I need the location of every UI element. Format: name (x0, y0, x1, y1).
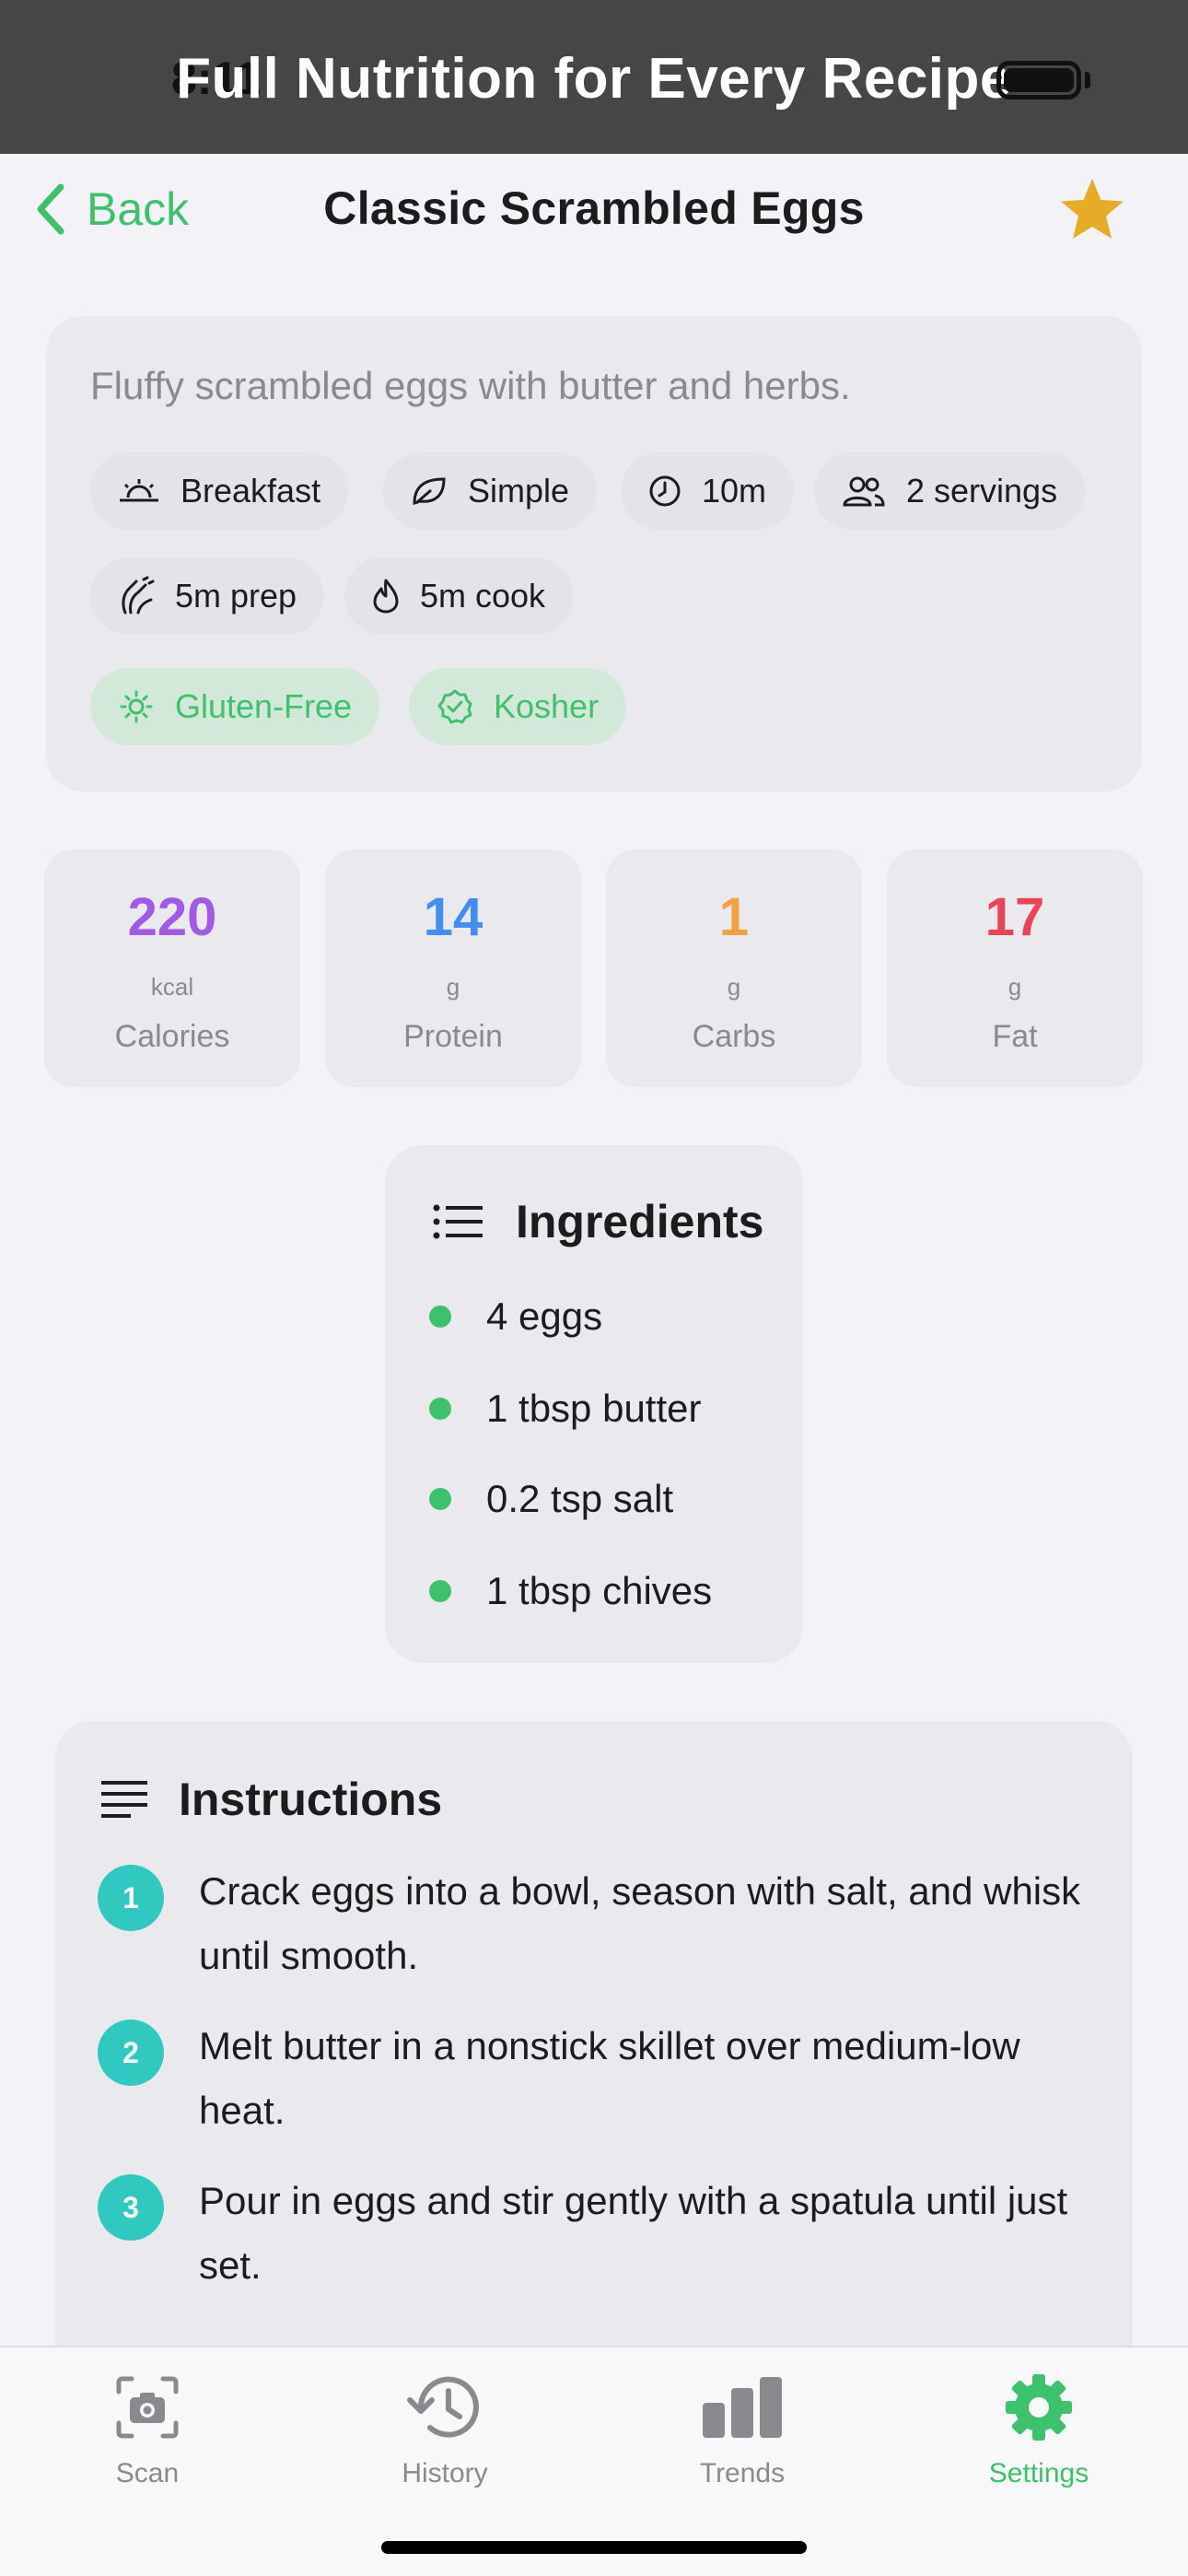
tab-trends[interactable]: Trends (632, 2366, 853, 2489)
bullet-dot (429, 1488, 451, 1510)
tab-scan[interactable]: Scan (37, 2366, 258, 2489)
ingredient-text: 4 eggs (486, 1294, 603, 1338)
cook-time-label: 5m cook (420, 577, 546, 615)
step-number-badge: 3 (98, 2174, 164, 2241)
ingredient-text: 1 tbsp butter (486, 1387, 702, 1430)
ingredients-header: Ingredients (433, 1195, 763, 1248)
ingredient-item: 0.2 tsp salt (429, 1477, 673, 1521)
list-icon (433, 1204, 483, 1239)
bullet-dot (429, 1306, 451, 1328)
meal-type-chip: Breakfast (90, 452, 349, 530)
promo-banner: 8:11 Full Nutrition for Every Recipe (0, 0, 1188, 154)
step-text: Melt butter in a nonstick skillet over m… (199, 2024, 1020, 2132)
difficulty-chip: Simple (383, 452, 598, 530)
step-text: Crack eggs into a bowl, season with salt… (199, 1869, 1081, 1977)
text-lines-icon (101, 1781, 147, 1818)
total-time-label: 10m (702, 472, 767, 509)
tab-history[interactable]: History (334, 2366, 555, 2489)
step-number-badge: 1 (98, 1865, 164, 1931)
prep-time-label: 5m prep (175, 577, 297, 615)
meal-type-label: Breakfast (181, 472, 321, 509)
bar-chart-icon (703, 2377, 782, 2438)
carbs-unit: g (727, 973, 741, 1001)
favorite-star-icon[interactable] (1057, 176, 1127, 242)
navigation-bar: Back Classic Scrambled Eggs (0, 154, 1188, 264)
ingredients-title: Ingredients (516, 1196, 764, 1247)
difficulty-label: Simple (468, 472, 570, 509)
diet-tag-kosher: Kosher (409, 668, 627, 745)
leaf-icon (413, 477, 446, 506)
ingredient-item: 4 eggs (429, 1294, 602, 1339)
battery-nub (1085, 72, 1090, 88)
page-title: Classic Scrambled Eggs (323, 182, 865, 234)
check-seal-icon (437, 689, 472, 724)
prep-time-chip: 5m prep (90, 557, 325, 635)
carbs-stat-card: 1 g Carbs (606, 849, 862, 1087)
servings-label: 2 servings (906, 472, 1058, 509)
gear-icon (1006, 2374, 1072, 2441)
carbs-label: Carbs (692, 1019, 776, 1054)
calories-unit: kcal (150, 973, 194, 1001)
calories-label: Calories (114, 1019, 230, 1054)
tab-label: History (402, 2458, 488, 2488)
diet-tag-label: Kosher (494, 687, 600, 725)
diet-tag-gluten-free: Gluten-Free (90, 668, 380, 745)
fat-value: 17 (984, 887, 1045, 947)
ingredient-item: 1 tbsp butter (429, 1387, 701, 1431)
ingredients-card: Ingredients 4 eggs 1 tbsp butter 0.2 tsp… (385, 1145, 803, 1663)
clock-icon (649, 475, 681, 507)
servings-chip: 2 servings (814, 452, 1086, 530)
recipe-summary-card: Fluffy scrambled eggs with butter and he… (46, 316, 1142, 791)
instructions-header: Instructions (99, 1773, 442, 1826)
camera-icon (116, 2376, 179, 2439)
total-time-chip: 10m (621, 452, 795, 530)
instructions-card: Instructions 1 Crack eggs into a bowl, s… (55, 1721, 1133, 2421)
instruction-step: 3 Pour in eggs and stir gently with a sp… (98, 2169, 1092, 2298)
diet-tag-label: Gluten-Free (175, 687, 353, 725)
battery-icon (996, 61, 1081, 100)
protein-stat-card: 14 g Protein (325, 849, 581, 1087)
fat-stat-card: 17 g Fat (887, 849, 1143, 1087)
instruction-step: 1 Crack eggs into a bowl, season with sa… (98, 1859, 1092, 1988)
calories-stat-card: 220 kcal Calories (44, 849, 300, 1087)
step-text: Pour in eggs and stir gently with a spat… (199, 2179, 1068, 2287)
fat-label: Fat (992, 1019, 1038, 1054)
carbs-value: 1 (718, 887, 750, 947)
ingredient-item: 1 tbsp chives (429, 1569, 712, 1613)
tab-label: Trends (699, 2458, 786, 2488)
fat-unit: g (1007, 973, 1022, 1001)
flame-icon (373, 579, 399, 614)
protein-unit: g (446, 973, 460, 1001)
step-number-badge: 2 (98, 2020, 164, 2086)
wheat-off-icon (120, 690, 153, 723)
ingredient-text: 0.2 tsp salt (486, 1477, 674, 1520)
tab-label: Scan (115, 2458, 180, 2488)
protein-label: Protein (403, 1019, 503, 1054)
people-icon (843, 476, 885, 507)
cook-time-chip: 5m cook (344, 557, 574, 635)
home-indicator (381, 2541, 807, 2554)
ingredient-text: 1 tbsp chives (486, 1569, 713, 1612)
instructions-title: Instructions (179, 1774, 443, 1825)
instruction-step: 2 Melt butter in a nonstick skillet over… (98, 2014, 1092, 2143)
tab-label: Settings (988, 2458, 1089, 2488)
history-icon (407, 2376, 479, 2438)
hands-icon (122, 576, 155, 615)
bullet-dot (429, 1398, 451, 1420)
recipe-description: Fluffy scrambled eggs with butter and he… (90, 364, 851, 407)
protein-value: 14 (423, 887, 483, 947)
sunrise-icon (120, 479, 158, 502)
calories-value: 220 (127, 887, 217, 947)
tab-settings[interactable]: Settings (928, 2366, 1149, 2489)
bullet-dot (429, 1580, 451, 1602)
